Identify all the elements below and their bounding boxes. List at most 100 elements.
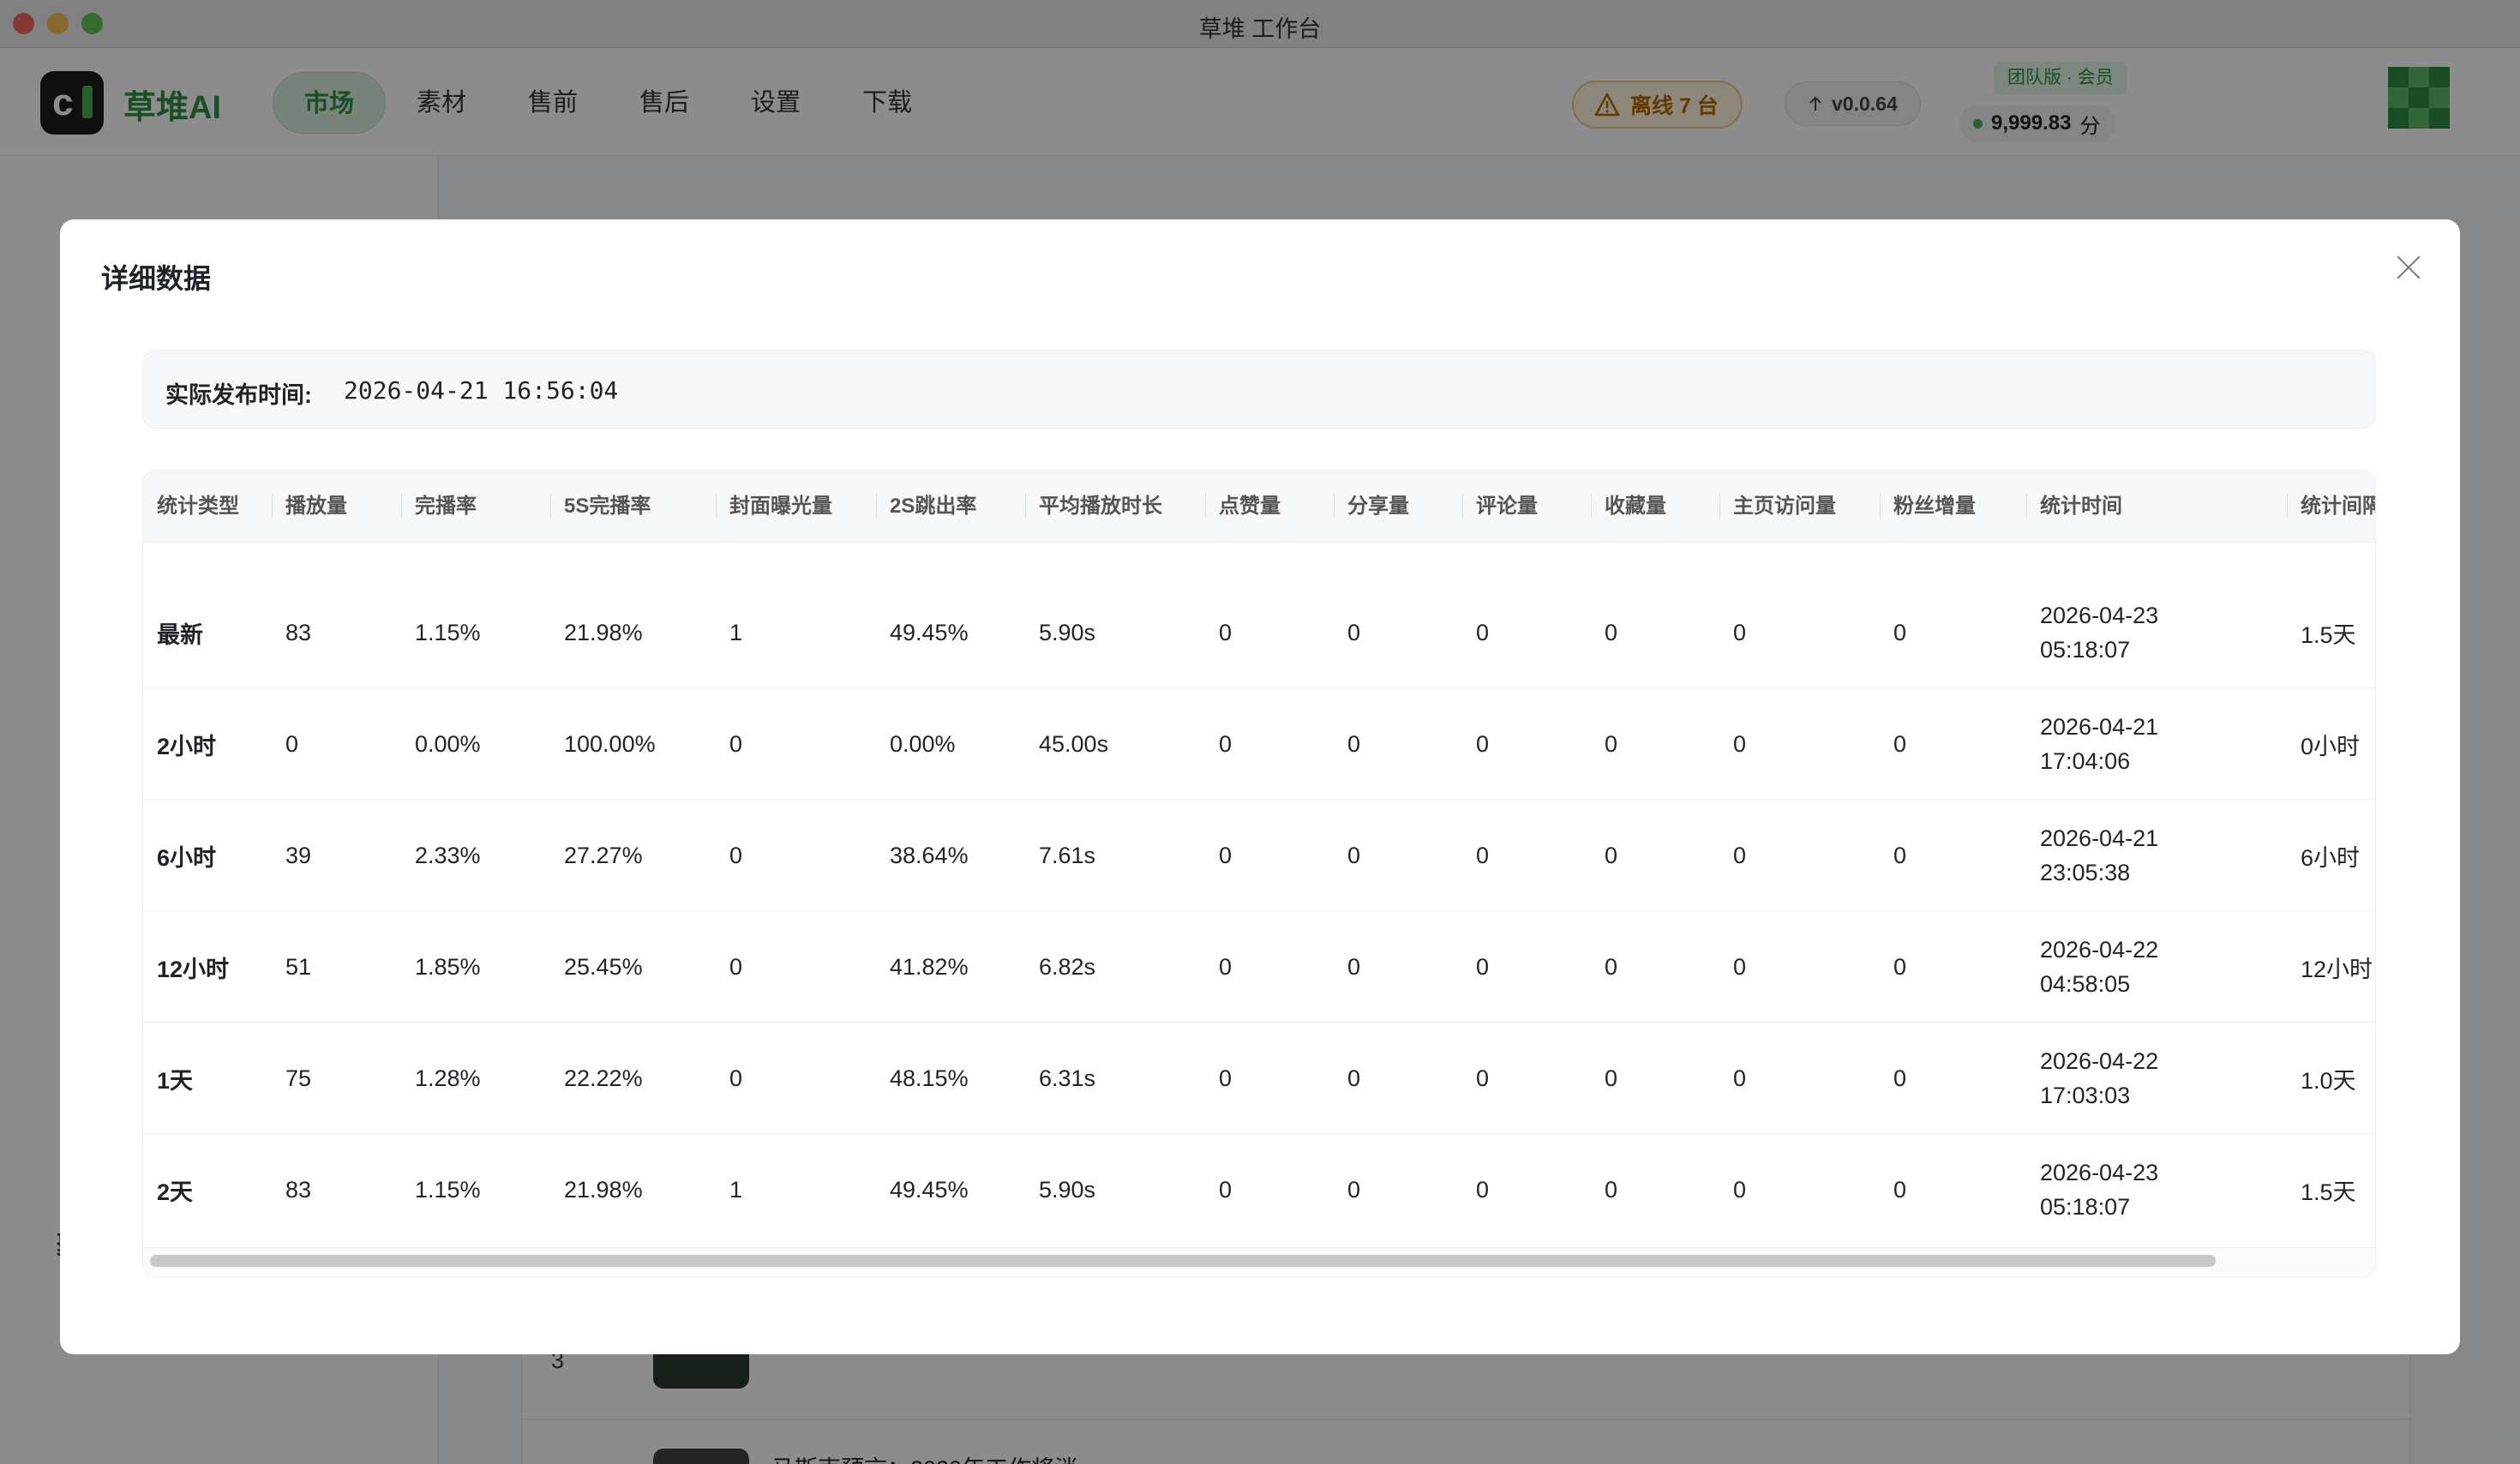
table-cell: 49.45% — [890, 1176, 969, 1203]
table-row: 6小时 39 2.33% 27.27% 0 38.64% 7.61s 0 0 0 0 0 0 2026-0… — [143, 800, 2375, 911]
table-cell: 0 — [1605, 1176, 1618, 1203]
table-cell: 1.5天 — [2301, 1179, 2356, 1205]
table-cell: 1天 — [157, 1067, 194, 1094]
column-header: 收藏量 — [1605, 495, 1666, 518]
table-cell: 0 — [1893, 842, 1907, 868]
table-cell: 0 — [1476, 953, 1490, 980]
table-cell: 6.82s — [1039, 953, 1096, 980]
table-cell: 27.27% — [564, 842, 643, 868]
table-cell: 0 — [1347, 1176, 1361, 1203]
table-cell: 2026-04-21 17:04:06 — [2040, 714, 2159, 774]
table-cell: 0 — [1733, 1065, 1747, 1091]
table-cell: 12小时 — [157, 956, 230, 982]
column-divider[interactable] — [272, 495, 273, 519]
table-cell: 0 — [729, 1065, 743, 1091]
table-cell: 83 — [285, 619, 312, 645]
table-cell: 0 — [1733, 1176, 1747, 1203]
table-cell: 最新 — [157, 621, 203, 648]
table-cell: 45.00s — [1039, 730, 1109, 757]
table-cell: 1 — [729, 619, 743, 645]
column-divider[interactable] — [1880, 495, 1881, 519]
table-cell: 1.28% — [415, 1065, 481, 1091]
table-cell: 6.31s — [1039, 1065, 1096, 1091]
table-cell: 6小时 — [157, 844, 217, 871]
table-cell: 0 — [1893, 730, 1907, 757]
table-cell: 0 — [1347, 730, 1361, 757]
modal-title: 详细数据 — [101, 263, 212, 294]
table-cell: 2026-04-21 23:05:38 — [2040, 825, 2159, 885]
table-cell: 1.15% — [415, 1176, 481, 1203]
table-cell: 21.98% — [564, 619, 643, 645]
table-cell: 0 — [285, 730, 299, 757]
column-header: 主页访问量 — [1733, 495, 1836, 518]
table-cell: 0 — [1605, 730, 1618, 757]
table-cell: 0 — [1605, 619, 1618, 645]
column-divider[interactable] — [550, 495, 551, 519]
column-header: 统计时间 — [2040, 495, 2122, 518]
table-cell: 0 — [1347, 842, 1361, 868]
table-cell: 1.15% — [415, 619, 481, 645]
table-cell: 5.90s — [1039, 1176, 1096, 1203]
table-cell: 0 — [729, 730, 743, 757]
table-cell: 1.0天 — [2301, 1067, 2356, 1094]
table-cell: 0 — [729, 842, 743, 868]
table-cell: 2026-04-22 04:58:05 — [2040, 937, 2159, 997]
table-cell: 0.00% — [415, 730, 481, 757]
column-divider[interactable] — [716, 495, 717, 519]
table-cell: 0 — [1219, 1176, 1233, 1203]
column-divider[interactable] — [876, 495, 877, 519]
table-cell: 2天 — [157, 1179, 194, 1205]
column-divider[interactable] — [2287, 495, 2288, 519]
column-header: 封面曝光量 — [729, 495, 832, 518]
table-cell: 0 — [1733, 730, 1747, 757]
scrollbar-thumb[interactable] — [150, 1255, 2216, 1267]
table-cell: 0 — [1733, 953, 1747, 980]
table-cell: 0 — [1219, 619, 1233, 645]
column-header: 5S完播率 — [564, 495, 651, 518]
table-cell: 0小时 — [2301, 733, 2361, 759]
close-icon[interactable] — [2391, 250, 2426, 285]
table-cell: 0 — [1347, 953, 1361, 980]
table-cell: 1.5天 — [2301, 621, 2356, 648]
table-cell: 41.82% — [890, 953, 969, 980]
table-header: 统计类型 播放量 完播率 5S完播率 封面曝光量 2S跳出率 平均播放时长 点赞量 分享量 评论量… — [143, 471, 2376, 543]
table-cell: 25.45% — [564, 953, 643, 980]
table-cell: 2.33% — [415, 842, 481, 868]
horizontal-scrollbar[interactable] — [143, 1247, 2375, 1273]
column-header: 分享量 — [1347, 495, 1409, 518]
column-header: 统计间隔 — [2301, 495, 2376, 518]
publish-time-box: 实际发布时间: 2026-04-21 16:56:04 — [142, 350, 2376, 429]
column-divider[interactable] — [1025, 495, 1026, 519]
table-cell: 6小时 — [2301, 844, 2361, 871]
table-cell: 0 — [1733, 842, 1747, 868]
table-cell: 75 — [285, 1065, 312, 1091]
table-cell: 0 — [1476, 619, 1490, 645]
table-row: 最新 83 1.15% 21.98% 1 49.45% 5.90s 0 0 0 0 0 0 2026-04… — [143, 577, 2375, 688]
table-cell: 0 — [1476, 1176, 1490, 1203]
column-header: 粉丝增量 — [1893, 495, 1976, 518]
table-cell: 7.61s — [1039, 842, 1096, 868]
column-divider[interactable] — [401, 495, 402, 519]
table-cell: 2026-04-22 17:03:03 — [2040, 1048, 2159, 1108]
table-cell: 0 — [1219, 953, 1233, 980]
column-divider[interactable] — [2026, 495, 2027, 519]
table-row: 2天 83 1.15% 21.98% 1 49.45% 5.90s 0 0 0 0 0 0 2026-04… — [143, 1134, 2375, 1245]
column-header: 完播率 — [415, 495, 477, 518]
column-divider[interactable] — [1334, 495, 1335, 519]
column-divider[interactable] — [1719, 495, 1720, 519]
column-divider[interactable] — [1462, 495, 1463, 519]
column-divider[interactable] — [1591, 495, 1592, 519]
table-row: 12小时 51 1.85% 25.45% 0 41.82% 6.82s 0 0 0 0 0 0 2026-… — [143, 911, 2375, 1023]
publish-time-label: 实际发布时间: — [165, 382, 312, 408]
column-header: 2S跳出率 — [890, 495, 977, 518]
column-divider[interactable] — [1205, 495, 1206, 519]
table-cell: 51 — [285, 953, 312, 980]
table-row: 1天 75 1.28% 22.22% 0 48.15% 6.31s 0 0 0 0 0 0 2026-04… — [143, 1023, 2375, 1134]
table-cell: 38.64% — [890, 842, 969, 868]
table-cell: 39 — [285, 842, 312, 868]
column-header: 评论量 — [1476, 495, 1538, 518]
column-header: 点赞量 — [1219, 495, 1281, 518]
table-cell: 0 — [1347, 1065, 1361, 1091]
column-header: 播放量 — [285, 495, 347, 518]
stats-table[interactable]: 统计类型 播放量 完播率 5S完播率 封面曝光量 2S跳出率 平均播放时长 点赞量 分享量 评论量… — [142, 470, 2376, 1277]
